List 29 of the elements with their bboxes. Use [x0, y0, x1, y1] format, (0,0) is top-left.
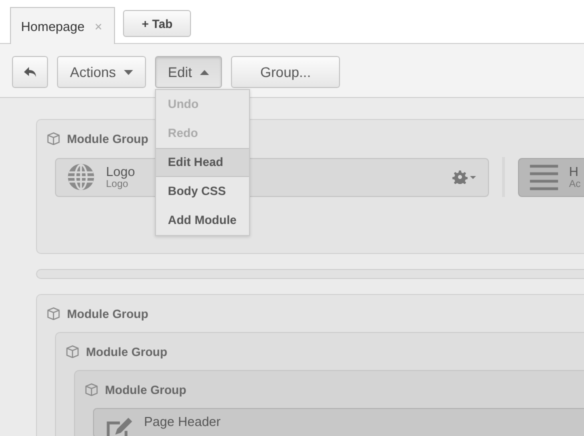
add-tab-button[interactable]: + Tab: [123, 10, 192, 37]
module-subtitle: Logo: [106, 179, 130, 190]
caret-icon: [200, 70, 210, 74]
group-title: Module Group: [67, 132, 148, 146]
module-title: Logo: [106, 164, 136, 179]
caret-icon: [124, 70, 133, 74]
lines-icon: [529, 162, 559, 192]
group-title: Module Group: [86, 344, 168, 358]
module-title: Page Header: [144, 414, 222, 429]
group-title: Module Group: [67, 306, 148, 320]
group-button[interactable]: Group...: [231, 56, 340, 88]
cube-icon: [85, 383, 98, 396]
module-item[interactable]: Page Header: [93, 408, 584, 436]
tab[interactable]: Homepage ×: [10, 7, 116, 44]
module-subtitle: Ac: [569, 179, 582, 190]
module-item[interactable]: H Ac: [518, 158, 584, 196]
menu-item[interactable]: Edit Head: [156, 148, 249, 177]
module-title: H: [569, 164, 580, 179]
cube-icon: [66, 345, 79, 358]
menu-button[interactable]: Actions: [57, 56, 146, 88]
menu-button[interactable]: Edit: [154, 56, 222, 88]
menu-item[interactable]: Add Module: [156, 206, 249, 235]
cube-icon: [47, 132, 60, 145]
back-arrow-icon: [24, 67, 36, 77]
globe-icon: [66, 162, 96, 192]
back-button[interactable]: [12, 56, 48, 88]
cube-icon: [47, 307, 60, 320]
group-title: Module Group: [105, 382, 186, 396]
tab-label[interactable]: Homepage: [21, 18, 85, 34]
